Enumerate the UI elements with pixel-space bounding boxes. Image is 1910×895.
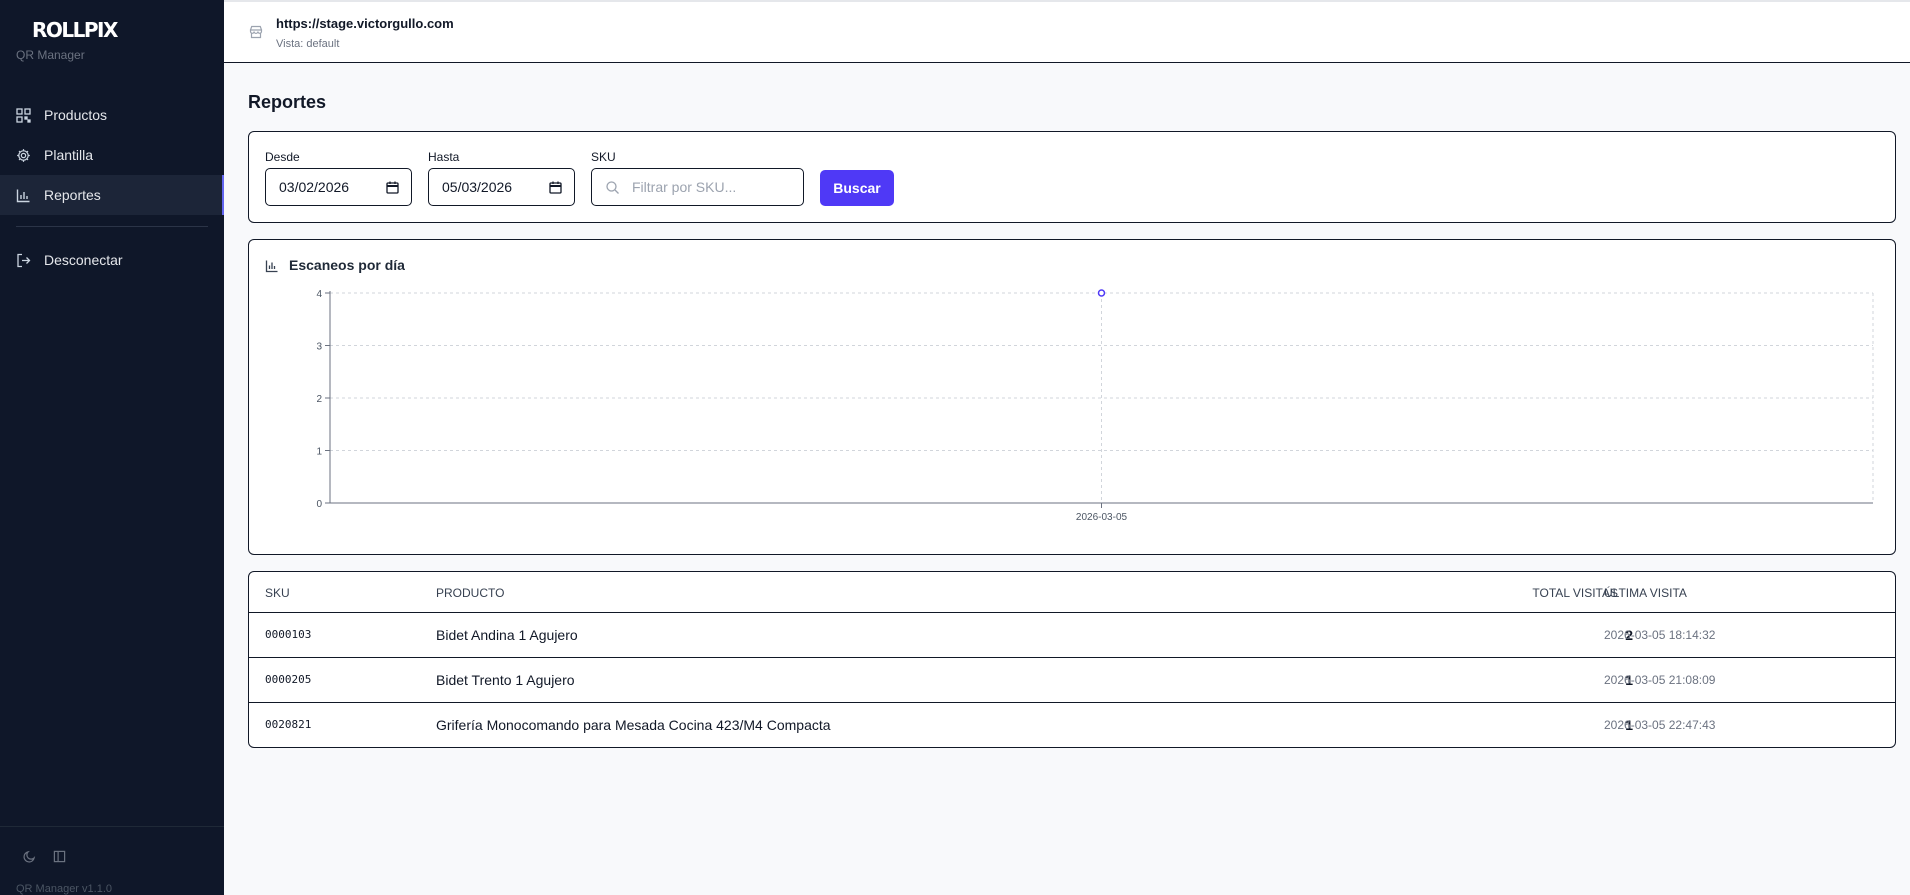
y-tick-label: 0 — [316, 499, 322, 510]
y-tick-label: 3 — [316, 342, 322, 353]
store-host: https://stage.victorgullo.com — [276, 16, 454, 31]
search-icon — [605, 180, 620, 195]
sidebar-item-plantilla[interactable]: Plantilla — [0, 135, 224, 175]
sidebar-item-label: Plantilla — [44, 147, 94, 163]
bar-chart-icon — [16, 188, 31, 203]
row-sku: 0000205 — [265, 673, 312, 686]
row-ultima-visita: 2026-03-05 18:14:32 — [1604, 628, 1716, 642]
x-tick-label: 2026-03-05 — [1076, 512, 1128, 523]
row-sku: 0000103 — [265, 628, 312, 641]
row-producto: Grifería Monocomando para Mesada Cocina … — [436, 717, 831, 733]
sidebar-footer-divider — [0, 826, 224, 827]
hasta-value: 05/03/2026 — [442, 179, 513, 195]
reports-table: SKU PRODUCTO TOTAL VISITAS ÚLTIMA VISITA… — [248, 571, 1896, 748]
app-version: QR Manager v1.1.0 — [16, 883, 112, 895]
logout-icon — [16, 253, 31, 268]
row-ultima-visita: 2026-03-05 21:08:09 — [1604, 673, 1716, 687]
hasta-date-input[interactable]: 05/03/2026 — [428, 168, 575, 206]
qr-code-icon — [16, 107, 31, 123]
nav-divider — [16, 226, 208, 227]
sku-search-input[interactable]: Filtrar por SKU... — [591, 168, 804, 206]
calendar-icon[interactable] — [386, 181, 399, 194]
calendar-icon[interactable] — [549, 181, 562, 194]
app-subtitle: QR Manager — [16, 48, 85, 62]
sidebar-item-label: Desconectar — [44, 252, 123, 268]
sidebar-toggle-icon[interactable] — [52, 849, 66, 863]
y-tick-label: 4 — [316, 289, 322, 300]
column-header-producto: PRODUCTO — [436, 586, 505, 600]
sku-label: SKU — [591, 150, 616, 164]
store-view: Vista: default — [276, 38, 340, 50]
row-ultima-visita: 2026-03-05 22:47:43 — [1604, 718, 1716, 732]
desde-value: 03/02/2026 — [279, 179, 350, 195]
moon-icon[interactable] — [22, 849, 36, 863]
column-header-total-visitas: TOTAL VISITAS — [1532, 586, 1618, 600]
row-divider — [249, 657, 1895, 658]
row-producto: Bidet Trento 1 Agujero — [436, 672, 575, 688]
y-tick-label: 2 — [316, 394, 322, 405]
page-title: Reportes — [248, 92, 327, 112]
sidebar-item-productos[interactable]: Productos — [0, 95, 224, 135]
desde-label: Desde — [265, 150, 300, 164]
column-header-ultima-visita: ÚLTIMA VISITA — [1604, 586, 1687, 600]
sidebar: ROLLPIX QR Manager Productos Plantilla R… — [0, 0, 224, 895]
store-icon — [249, 25, 263, 39]
row-producto: Bidet Andina 1 Agujero — [436, 627, 578, 643]
data-point — [1097, 289, 1106, 297]
sidebar-item-reportes[interactable]: Reportes — [0, 175, 224, 215]
desde-date-input[interactable]: 03/02/2026 — [265, 168, 412, 206]
top-header: https://stage.victorgullo.com Vista: def… — [224, 0, 1910, 63]
sidebar-item-label: Reportes — [44, 187, 101, 203]
hasta-label: Hasta — [428, 150, 460, 164]
row-sku: 0020821 — [265, 718, 312, 731]
sidebar-item-desconectar[interactable]: Desconectar — [0, 240, 224, 280]
row-divider — [249, 702, 1895, 703]
gear-icon — [16, 148, 31, 163]
scans-per-day-chart: 0 1 2 3 4 2026-03-05 — [316, 289, 1874, 523]
column-header-sku: SKU — [265, 586, 290, 600]
y-tick-label: 1 — [316, 447, 322, 458]
sidebar-item-label: Productos — [44, 107, 108, 123]
app-logo: ROLLPIX — [32, 18, 118, 42]
row-divider — [249, 612, 1895, 613]
sku-placeholder: Filtrar por SKU... — [632, 179, 737, 195]
buscar-button[interactable]: Buscar — [820, 170, 894, 206]
